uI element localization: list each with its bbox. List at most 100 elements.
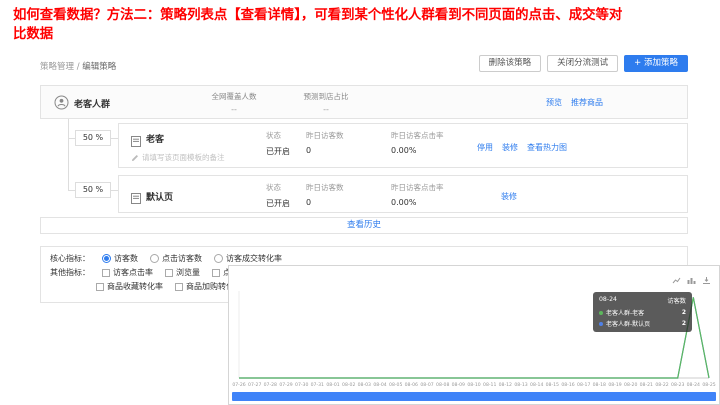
- x-axis-labels: 07-26 07-27 07-28 07-29 07-30 07-31 08-01 08-02…: [232, 382, 715, 388]
- tooltip-metric: 访客数: [667, 298, 686, 305]
- disable-link[interactable]: 停用: [477, 142, 493, 153]
- page-icon: [131, 132, 141, 151]
- radio-label: 访客成交转化率: [226, 254, 282, 263]
- row-actions: 装修: [501, 191, 517, 202]
- radio-label: 点击访客数: [162, 254, 202, 263]
- decorate-link[interactable]: 装修: [501, 191, 517, 202]
- strategy-page-row: 默认页 状态 已开启 昨日访客数 0 昨日访客点击率 0.00% 装修: [118, 175, 688, 213]
- x-axis-label: 08-07: [420, 382, 433, 388]
- radio-option-conversion-rate[interactable]: 访客成交转化率: [214, 253, 282, 264]
- core-metrics-row: 核心指标： 访客数 点击访客数 访客成交转化率: [50, 253, 282, 264]
- visitors-value: 0: [306, 146, 312, 155]
- x-axis-label: 08-13: [514, 382, 527, 388]
- audience-icon: [54, 95, 69, 114]
- audience-name: 老客人群: [74, 100, 111, 110]
- radio-option-visitors[interactable]: 访客数: [102, 253, 138, 264]
- checkbox-option-pageviews[interactable]: 浏览量: [165, 267, 200, 278]
- checkbox-option-visitor-ctr[interactable]: 访客点击率: [102, 267, 153, 278]
- coverage-column: 全网覆盖人数 --: [189, 91, 279, 114]
- core-metrics-label: 核心指标：: [50, 254, 90, 263]
- checkbox-label: 浏览量: [176, 268, 200, 277]
- breadcrumb: 策略管理 / 编辑策略: [40, 60, 116, 72]
- group-header-links: 预览 推荐商品: [546, 97, 603, 108]
- x-axis-label: 08-24: [687, 382, 700, 388]
- x-axis-label: 08-23: [671, 382, 684, 388]
- delete-strategy-button[interactable]: 删除该策略: [478, 55, 542, 72]
- radio-icon: [150, 254, 159, 263]
- visitors-stat: 昨日访客数 0: [306, 130, 388, 155]
- checkbox-icon: [175, 282, 183, 291]
- traffic-percent-row2: 50 %: [75, 182, 111, 198]
- x-axis-label: 08-01: [326, 382, 339, 388]
- x-axis-label: 08-16: [561, 382, 574, 388]
- visitors-label: 昨日访客数: [306, 183, 344, 192]
- chart-panel: 07-26 07-27 07-28 07-29 07-30 07-31 08-01 08-02…: [228, 265, 720, 405]
- strategy-page-row: 老客 请填写该页面模板的备注 状态 已开启 昨日访客数 0 昨日访客点击率 0.…: [118, 123, 688, 168]
- pencil-icon: [132, 154, 138, 161]
- x-axis-label: 08-15: [546, 382, 559, 388]
- x-axis-label: 08-04: [373, 382, 386, 388]
- chart-svg[interactable]: 07-26 07-27 07-28 07-29 07-30 07-31 08-01 08-02…: [229, 266, 719, 404]
- x-axis-label: 08-22: [655, 382, 668, 388]
- x-axis-label: 08-09: [452, 382, 465, 388]
- checkbox-option-favorite-rate[interactable]: 商品收藏转化率: [96, 281, 163, 292]
- preview-link[interactable]: 预览: [546, 97, 562, 108]
- checkbox-icon: [96, 282, 104, 291]
- page-icon: [131, 189, 141, 208]
- ctr-label: 昨日访客点击率: [391, 131, 444, 140]
- tree-connector: [111, 190, 118, 191]
- add-strategy-button[interactable]: + 添加策略: [624, 55, 688, 72]
- chart-tooltip: 08-24 访客数 老客人群-老客 2 老客人群-默认页 2: [593, 292, 692, 332]
- tooltip-header: 08-24 访客数: [599, 296, 686, 305]
- ctr-value: 0.00%: [391, 146, 417, 155]
- x-axis-label: 08-05: [389, 382, 402, 388]
- page-note-text: 请填写该页面模板的备注: [142, 153, 225, 162]
- ctr-stat: 昨日访客点击率 0.00%: [391, 130, 473, 155]
- x-axis-label: 08-18: [593, 382, 606, 388]
- page-name: 老客: [146, 135, 165, 145]
- store-ratio-column: 预测到店占比 --: [281, 91, 371, 114]
- x-axis-label: 08-06: [405, 382, 418, 388]
- x-axis-label: 08-17: [577, 382, 590, 388]
- tooltip-item: 老客人群-老客 2: [599, 308, 686, 317]
- x-axis-label: 07-27: [248, 382, 261, 388]
- visitors-value: 0: [306, 198, 312, 207]
- visitors-label: 昨日访客数: [306, 131, 344, 140]
- x-axis-label: 08-02: [342, 382, 355, 388]
- breadcrumb-separator: /: [76, 62, 80, 72]
- x-axis-label: 08-14: [530, 382, 543, 388]
- checkbox-label: 访客点击率: [113, 268, 153, 277]
- store-ratio-value: --: [323, 105, 329, 114]
- datazoom-slider[interactable]: [232, 392, 716, 401]
- x-axis-label: 07-28: [264, 382, 277, 388]
- checkbox-icon: [165, 268, 173, 277]
- ctr-label: 昨日访客点击率: [391, 183, 444, 192]
- checkbox-label: 商品收藏转化率: [107, 282, 163, 291]
- close-split-test-button[interactable]: 关闭分流测试: [547, 55, 619, 72]
- page-note[interactable]: 请填写该页面模板的备注: [131, 152, 225, 163]
- radio-option-click-visitors[interactable]: 点击访客数: [150, 253, 202, 264]
- x-axis-label: 07-29: [279, 382, 292, 388]
- view-history-button[interactable]: 查看历史: [40, 217, 688, 234]
- coverage-label: 全网覆盖人数: [211, 92, 257, 101]
- tooltip-date: 08-24: [599, 296, 617, 303]
- tree-connector: [111, 138, 118, 139]
- breadcrumb-section[interactable]: 策略管理: [40, 62, 74, 72]
- x-axis-label: 08-25: [702, 382, 715, 388]
- recommend-products-link[interactable]: 推荐商品: [571, 97, 603, 108]
- x-axis-label: 08-10: [467, 382, 480, 388]
- toolbar: 删除该策略 关闭分流测试 + 添加策略: [478, 55, 688, 72]
- decorate-link[interactable]: 装修: [502, 142, 518, 153]
- x-axis-label: 07-31: [311, 382, 324, 388]
- x-axis-label: 07-30: [295, 382, 308, 388]
- x-axis-label: 08-03: [358, 382, 371, 388]
- checkbox-icon: [212, 268, 220, 277]
- radio-icon: [214, 254, 223, 263]
- radio-label: 访客数: [114, 254, 138, 263]
- x-axis-label: 08-19: [608, 382, 621, 388]
- other-metrics-label: 其他指标：: [50, 268, 90, 277]
- tree-connector-vertical: [68, 119, 69, 191]
- heatmap-link[interactable]: 查看热力图: [527, 142, 567, 153]
- store-ratio-label: 预测到店占比: [303, 92, 349, 101]
- page-title: 如何查看数据？方法二：策略列表点【查看详情】，可看到某个性化人群看到不同页面的点…: [13, 8, 623, 43]
